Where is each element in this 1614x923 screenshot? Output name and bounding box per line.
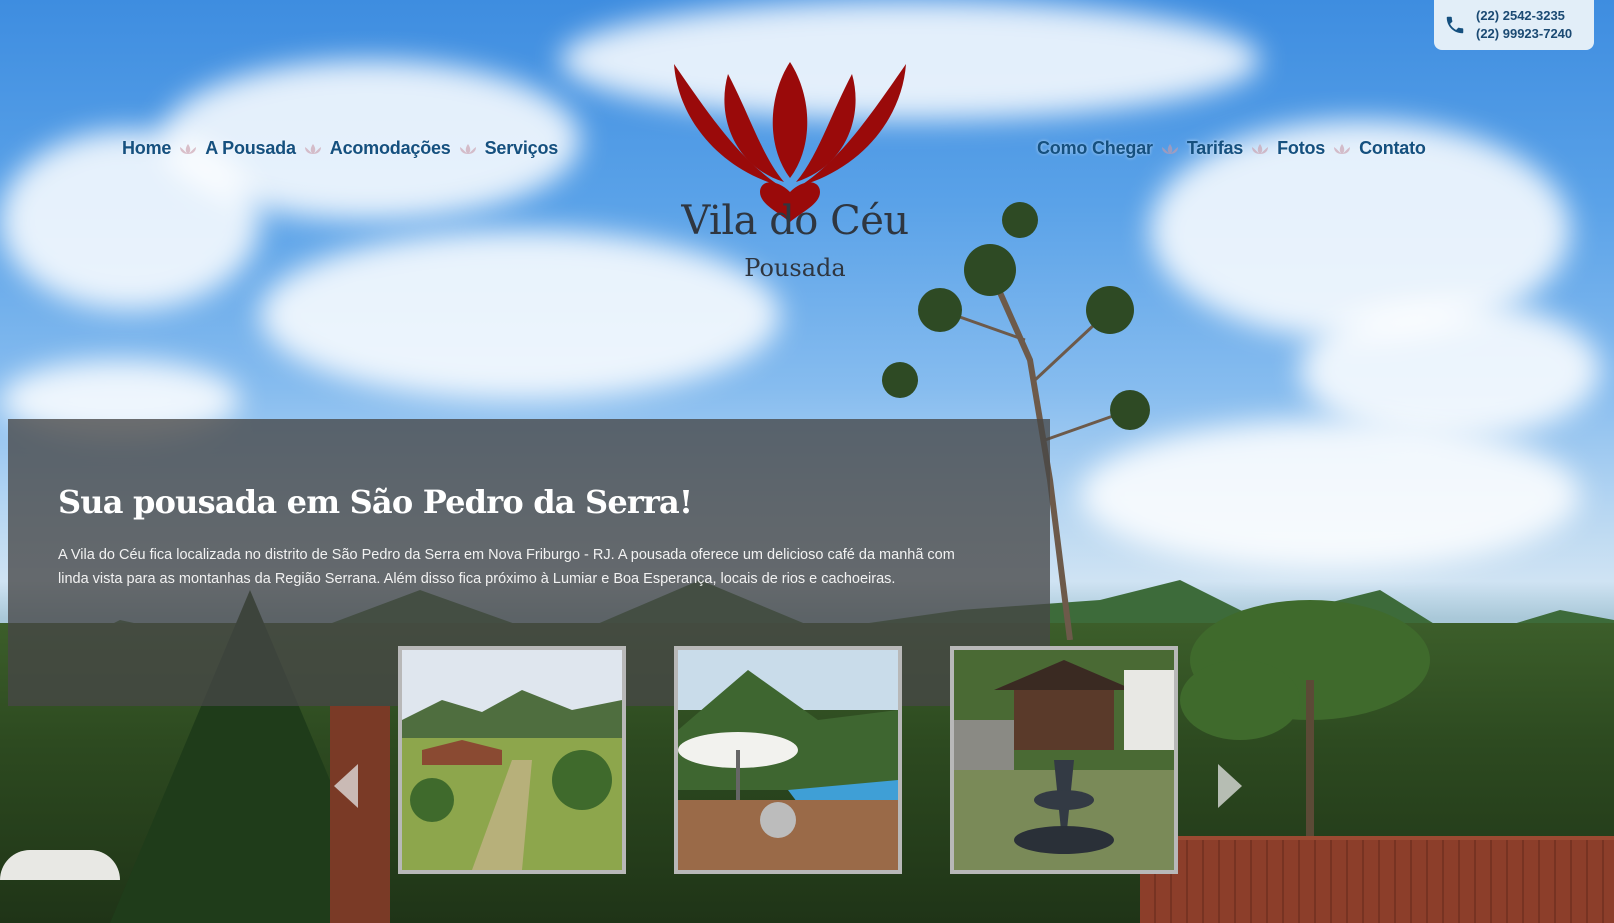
nav-contato[interactable]: Contato <box>1359 138 1426 159</box>
lotus-separator-icon <box>1161 143 1178 154</box>
nav-a-pousada[interactable]: A Pousada <box>205 138 296 159</box>
lotus-separator-icon <box>1334 143 1351 154</box>
lotus-separator-icon <box>1252 143 1269 154</box>
nav-servicos[interactable]: Serviços <box>485 138 559 159</box>
intro-text: A Vila do Céu fica localizada no distrit… <box>58 547 955 587</box>
gallery-thumbnail-pool[interactable] <box>674 646 902 874</box>
logo-title: Vila do Céu <box>681 198 909 244</box>
chevron-right-icon[interactable] <box>1216 762 1244 810</box>
contact-phone-box: (22) 2542-3235 (22) 99923-7240 <box>1434 0 1594 50</box>
gallery-thumbnail-grounds[interactable] <box>398 646 626 874</box>
intro-heading: Sua pousada em São Pedro da Serra! <box>58 483 693 521</box>
gallery-thumbnail-fountain[interactable] <box>950 646 1178 874</box>
palm-trees <box>1180 600 1430 860</box>
lotus-separator-icon <box>459 143 476 154</box>
chevron-left-icon[interactable] <box>332 762 360 810</box>
logo-subtitle: Pousada <box>744 254 846 282</box>
nav-acomodacoes[interactable]: Acomodações <box>330 138 451 159</box>
main-nav-left: Home A Pousada Acomodações Serviços <box>122 138 558 159</box>
nav-tarifas[interactable]: Tarifas <box>1187 138 1243 159</box>
nav-como-chegar[interactable]: Como Chegar <box>1037 138 1153 159</box>
nav-fotos[interactable]: Fotos <box>1277 138 1325 159</box>
phone-number-2[interactable]: (22) 99923-7240 <box>1476 25 1572 43</box>
phone-number-1[interactable]: (22) 2542-3235 <box>1476 7 1572 25</box>
lotus-separator-icon <box>304 143 321 154</box>
main-nav-right: Como Chegar Tarifas Fotos Contato <box>1037 138 1426 159</box>
lotus-separator-icon <box>180 143 197 154</box>
nav-home[interactable]: Home <box>122 138 171 159</box>
phone-icon <box>1446 16 1464 34</box>
